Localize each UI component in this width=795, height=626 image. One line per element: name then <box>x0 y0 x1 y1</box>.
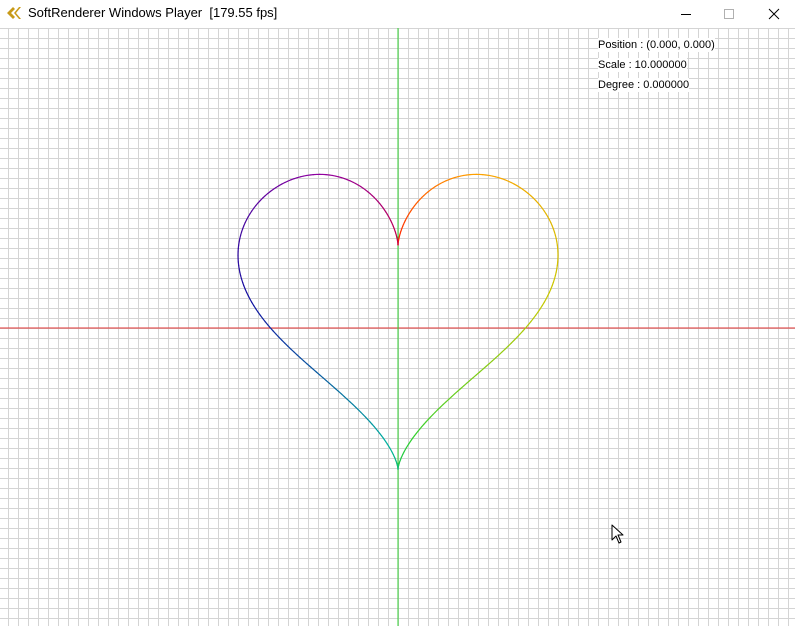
heart-curve-segment <box>501 348 506 353</box>
render-canvas[interactable] <box>0 28 795 626</box>
heart-curve-segment <box>463 382 468 387</box>
heart-curve-segment <box>519 330 524 335</box>
heart-curve-segment <box>488 360 493 365</box>
ck-logo-icon <box>7 7 21 19</box>
heart-curve-segment <box>334 388 340 392</box>
degree-readout: Degree : 0.000000 <box>598 78 690 92</box>
heart-curve-segment <box>303 360 308 365</box>
heart-curve-segment <box>472 374 477 379</box>
heart-curve-segment <box>498 351 503 356</box>
heart-curve-segment <box>530 317 534 323</box>
heart-curve-segment <box>475 371 481 376</box>
position-readout: Position : (0.000, 0.000) <box>598 38 715 52</box>
heart-curve-segment <box>290 348 295 353</box>
heart-curve-segment <box>284 342 289 347</box>
heart-curve-segment <box>510 339 515 344</box>
scale-readout: Scale : 10.000000 <box>598 58 687 72</box>
minimize-button[interactable] <box>663 0 709 28</box>
player-window: SoftRenderer Windows Player [179.55 fps] <box>0 0 795 626</box>
heart-curve-segment <box>319 374 324 379</box>
heart-curve-segment <box>293 351 298 356</box>
close-icon <box>768 8 780 20</box>
heart-curve-segment <box>453 390 459 395</box>
close-button[interactable] <box>751 0 795 28</box>
heart-curve-segment <box>478 368 484 373</box>
render-viewport[interactable]: Position : (0.000, 0.000) Scale : 10.000… <box>0 28 795 626</box>
maximize-icon <box>724 9 734 19</box>
heart-curve-segment <box>262 317 266 323</box>
heart-curve-segment <box>272 330 277 335</box>
window-title: SoftRenderer Windows Player [179.55 fps] <box>28 5 278 20</box>
title-bar[interactable]: SoftRenderer Windows Player [179.55 fps] <box>0 0 795 28</box>
heart-curve-segment <box>281 339 286 344</box>
maximize-button[interactable] <box>706 0 752 28</box>
mouse-pointer-icon <box>611 524 624 544</box>
heart-curve-segment <box>264 321 269 326</box>
heart-curve-segment <box>328 382 333 387</box>
heart-curve-segment <box>312 368 318 373</box>
minimize-icon <box>681 14 691 15</box>
